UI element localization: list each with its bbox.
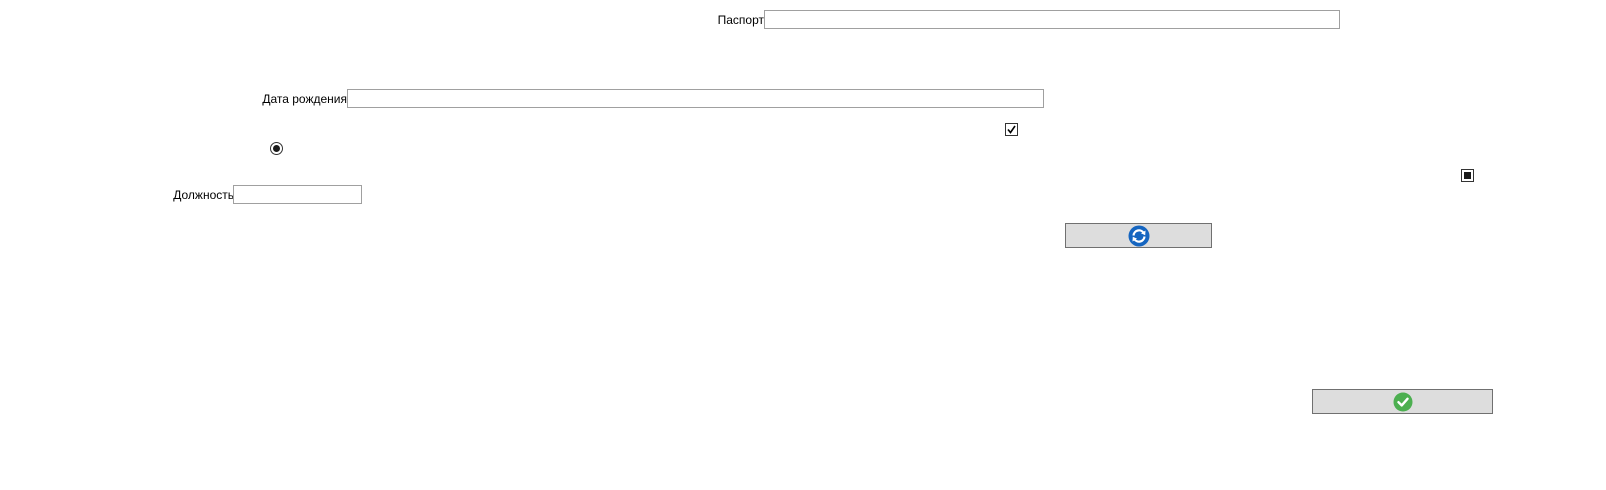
birth-date-field[interactable] (347, 89, 1044, 108)
position-field[interactable] (233, 185, 362, 204)
refresh-button[interactable] (1065, 223, 1212, 248)
refresh-icon (1128, 225, 1149, 246)
indeterminate-mark (1464, 172, 1471, 179)
passport-label: Паспорт (717, 13, 764, 27)
position-label: Должность (173, 188, 234, 202)
passport-field[interactable] (764, 10, 1340, 29)
radio-button[interactable] (270, 142, 283, 155)
checkbox[interactable] (1005, 123, 1018, 136)
indeterminate-checkbox[interactable] (1461, 169, 1474, 182)
radio-selected-dot (273, 145, 280, 152)
ok-button[interactable] (1312, 389, 1493, 414)
birth-date-label: Дата рождения (262, 92, 347, 106)
checkmark-icon (1393, 392, 1412, 411)
checkmark-icon (1007, 125, 1016, 134)
